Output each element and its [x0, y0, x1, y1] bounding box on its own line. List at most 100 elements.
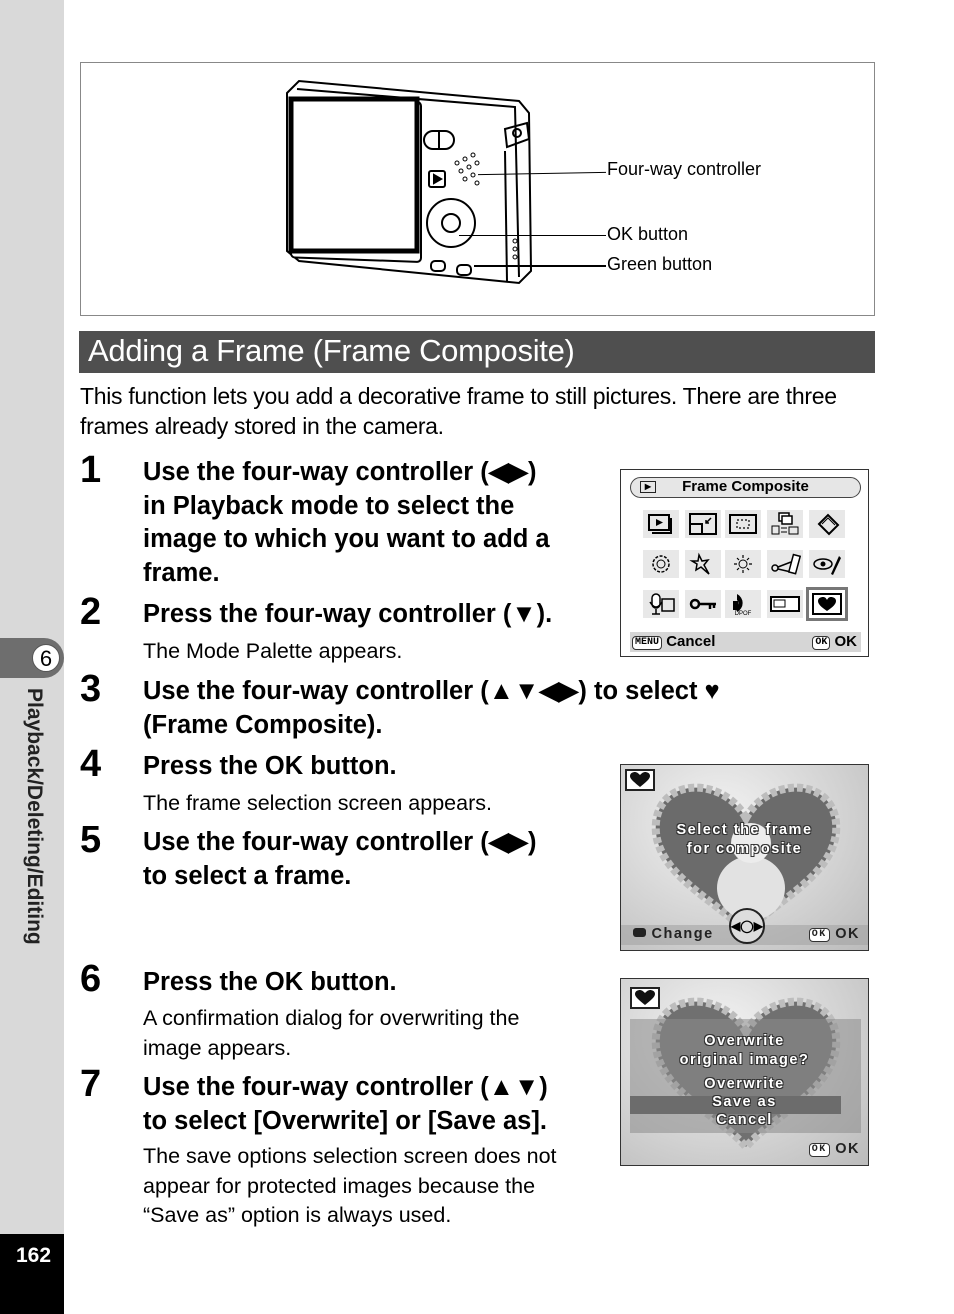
digital-filter-icon: [652, 555, 670, 573]
ok-label: OK: [834, 633, 858, 650]
frame-composite-badge: [630, 987, 660, 1009]
palette-item-movie-edit[interactable]: [767, 550, 803, 578]
dpof-icon: DPOF: [733, 594, 752, 616]
resize-icon: [689, 513, 717, 535]
chapter-title: Playback/Deleting/Editing: [23, 688, 46, 945]
ok-label: OK: [835, 926, 860, 942]
step-number: 5: [80, 819, 102, 861]
option-cancel[interactable]: Cancel: [621, 1111, 868, 1129]
step-description: A confirmation dialog for overwriting th…: [143, 1004, 519, 1063]
ok-hint[interactable]: OK OK: [808, 1141, 860, 1157]
palette-item-frame-composite[interactable]: [806, 587, 848, 621]
palette-footer: MENU Cancel OK OK: [630, 632, 861, 652]
step-description: The save options selection screen does n…: [143, 1142, 557, 1231]
heart-icon: [635, 990, 655, 1005]
intro-paragraph: This function lets you add a decorative …: [80, 383, 837, 439]
palette-item-trimming[interactable]: [725, 510, 761, 538]
palette-item-image-copy[interactable]: [767, 510, 803, 538]
camera-figure: Four-way controller OK button Green butt…: [80, 62, 875, 316]
mode-palette-screen: ▶ Frame Composite DPOF MENU Cancel OK OK: [620, 469, 869, 657]
protect-icon: [689, 598, 716, 610]
step-description-line: appear for protected images because the: [143, 1173, 536, 1198]
palette-item-protect[interactable]: [685, 590, 721, 618]
callout-line-green: [474, 265, 606, 267]
confirm-options: Overwrite Save as Cancel: [621, 1075, 868, 1129]
ok-label: OK: [835, 1141, 860, 1157]
ok-hint[interactable]: OK OK: [812, 632, 857, 652]
step-number: 7: [80, 1063, 102, 1105]
camera-illustration: [286, 79, 533, 285]
step-description: The frame selection screen appears.: [143, 791, 492, 815]
palette-item-digital-filter[interactable]: [643, 550, 679, 578]
movie-edit-icon: [771, 553, 801, 575]
red-eye-edit-icon: [813, 556, 841, 575]
question-line: Overwrite: [704, 1033, 785, 1049]
callout-ok-button: OK button: [607, 224, 689, 244]
step-number: 3: [80, 668, 102, 710]
step-number: 1: [80, 449, 102, 491]
playback-mode-icon: ▶: [640, 481, 656, 493]
palette-item-resize[interactable]: [685, 510, 721, 538]
step-number: 6: [80, 958, 102, 1000]
step-title-line: Use the four-way controller (▲▼): [143, 1073, 548, 1101]
message-line: Select the frame: [676, 822, 813, 838]
step-number: 4: [80, 743, 102, 785]
frame-composite-icon: [812, 593, 842, 615]
green-button-icon: [633, 928, 646, 937]
step-title: Use the four-way controller (▲▼) to sele…: [143, 1071, 548, 1138]
rotate-icon: [817, 513, 840, 536]
ok-key-icon: OK: [812, 636, 831, 650]
message-line: for composite: [686, 841, 803, 857]
step-title-line: Use the four-way controller (▲▼◀▶) to se…: [143, 677, 720, 705]
step-description-line: A confirmation dialog for overwriting th…: [143, 1006, 520, 1030]
ok-key-icon: OK: [808, 1143, 830, 1157]
palette-title-bar: ▶ Frame Composite: [630, 477, 861, 498]
step-description-line: “Save as” option is always used.: [143, 1203, 452, 1227]
menu-key-icon: MENU: [632, 636, 663, 650]
callout-four-way-controller: Four-way controller: [607, 159, 762, 179]
image-copy-icon: [771, 512, 799, 535]
option-save-as[interactable]: Save as: [621, 1093, 868, 1111]
playback-icon: [648, 514, 672, 534]
palette-item-red-eye[interactable]: [725, 550, 761, 578]
chapter-number: 6: [32, 644, 60, 672]
callout-line-ok: [459, 235, 606, 236]
overwrite-confirm-screen: Overwrite original image? Overwrite Save…: [620, 978, 869, 1166]
red-eye-icon: [734, 555, 752, 573]
step-title: Use the four-way controller (▲▼◀▶) to se…: [143, 675, 720, 742]
step-title: Use the four-way controller (◀▶) in Play…: [143, 456, 550, 590]
step-title-line: to select a frame.: [143, 861, 352, 890]
step-title-line: frame.: [143, 558, 220, 587]
frame-composite-badge: [625, 769, 655, 791]
palette-item-voice-memo[interactable]: [643, 590, 679, 618]
step-description-line: The save options selection screen does n…: [143, 1144, 557, 1168]
question-line: original image?: [679, 1052, 810, 1068]
step-title: Use the four-way controller (◀▶) to sele…: [143, 826, 536, 893]
step-title: Press the four-way controller (▼).: [143, 600, 553, 628]
four-way-controller-icon: ◀◯▶: [729, 908, 765, 944]
callout-green-button: Green button: [607, 254, 713, 274]
palette-item-brightness-filter[interactable]: [685, 550, 721, 578]
cancel-label: Cancel: [666, 633, 716, 650]
palette-title: Frame Composite: [682, 478, 809, 495]
confirm-question: Overwrite original image?: [621, 1032, 868, 1070]
palette-item-start-up-screen[interactable]: [767, 590, 803, 618]
frame-select-message: Select the frame for composite: [621, 821, 868, 859]
ok-key-icon: OK: [808, 928, 830, 942]
heart-icon: [630, 772, 650, 787]
ok-hint[interactable]: OK OK: [808, 926, 860, 942]
start-up-screen-icon: [770, 596, 800, 612]
step-title-line: (Frame Composite).: [143, 710, 383, 739]
step-title: Press the OK button.: [143, 752, 397, 780]
section-heading: Adding a Frame (Frame Composite): [79, 331, 875, 373]
option-overwrite[interactable]: Overwrite: [621, 1075, 868, 1093]
palette-item-red-eye-edit[interactable]: [809, 550, 845, 578]
cancel-hint[interactable]: MENU Cancel: [632, 632, 715, 652]
change-hint[interactable]: Change: [633, 926, 714, 942]
palette-item-rotate[interactable]: [809, 510, 845, 538]
svg-text:DPOF: DPOF: [735, 611, 752, 616]
brightness-filter-icon: [689, 552, 710, 575]
page-number: 162: [16, 1244, 52, 1267]
palette-item-dpof[interactable]: DPOF: [725, 590, 761, 618]
palette-item-playback[interactable]: [643, 510, 679, 538]
